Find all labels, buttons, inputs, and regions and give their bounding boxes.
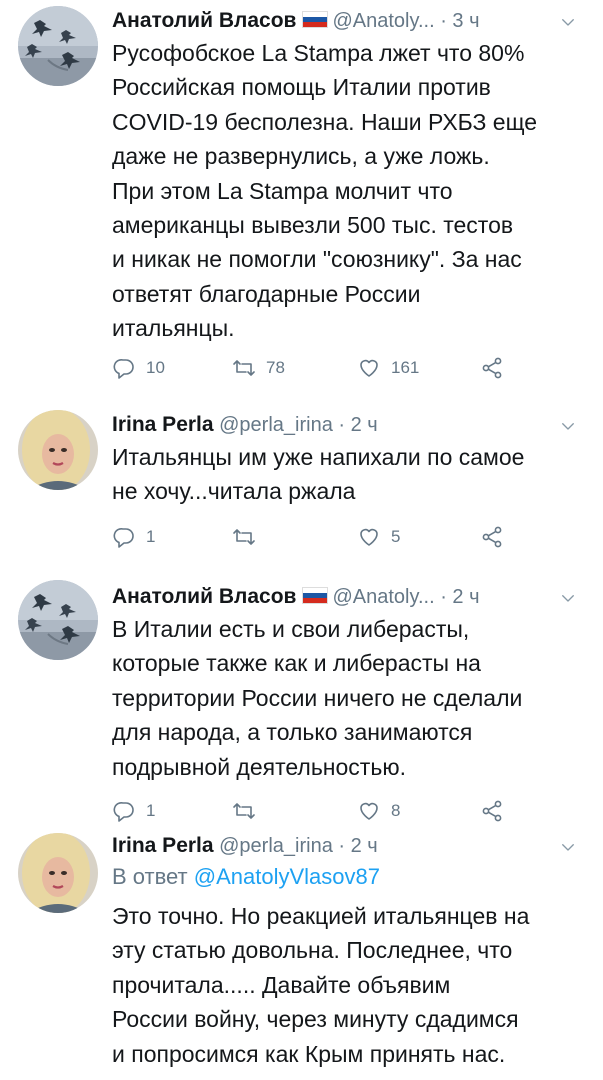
like-icon bbox=[357, 799, 381, 823]
reply-count: 1 bbox=[146, 527, 156, 546]
retweet-icon bbox=[232, 799, 256, 823]
tweet-time[interactable]: · 2 ч bbox=[338, 414, 377, 436]
retweet-button[interactable]: 78 bbox=[232, 355, 285, 381]
like-button[interactable]: 5 bbox=[357, 524, 400, 550]
russian-flag-icon bbox=[302, 11, 329, 28]
author-name[interactable]: Анатолий Власов bbox=[112, 585, 296, 608]
share-button[interactable] bbox=[480, 524, 514, 550]
avatar[interactable] bbox=[18, 833, 98, 913]
reply-to-link[interactable]: @AnatolyVlasov87 bbox=[194, 864, 380, 889]
reply-icon bbox=[112, 356, 136, 380]
author-name[interactable]: Irina Perla bbox=[112, 834, 214, 857]
author-handle[interactable]: @Anatoly... bbox=[332, 10, 434, 32]
tweet-time[interactable]: · 2 ч bbox=[338, 835, 377, 857]
retweet-button[interactable] bbox=[232, 524, 266, 550]
reply-button[interactable]: 1 bbox=[112, 524, 155, 550]
woman-avatar-image bbox=[18, 410, 98, 490]
share-button[interactable] bbox=[480, 355, 514, 381]
caret-down-icon[interactable] bbox=[559, 6, 577, 36]
author-handle[interactable]: @Anatoly... bbox=[332, 586, 434, 608]
reply-button[interactable]: 1 bbox=[112, 798, 155, 824]
reply-prefix: В ответ bbox=[112, 864, 188, 889]
retweet-button[interactable] bbox=[232, 798, 266, 824]
like-button[interactable]: 8 bbox=[357, 798, 400, 824]
avatar[interactable] bbox=[18, 410, 98, 490]
avatar[interactable] bbox=[18, 580, 98, 660]
reply-context: В ответ @AnatolyVlasov87 bbox=[112, 861, 589, 893]
tweet-text: В Италии есть и свои либерасты, которые … bbox=[112, 616, 523, 780]
like-icon bbox=[357, 525, 381, 549]
author-name[interactable]: Анатолий Власов bbox=[112, 9, 296, 32]
like-count: 161 bbox=[391, 358, 420, 377]
tweet-time[interactable]: · 2 ч bbox=[440, 586, 479, 608]
tweet-text: Русофобское La Stampa лжет что 80% Росси… bbox=[112, 40, 538, 342]
share-icon bbox=[480, 356, 504, 380]
share-button[interactable] bbox=[480, 798, 514, 824]
like-button[interactable]: 161 bbox=[357, 355, 419, 381]
like-count: 5 bbox=[391, 527, 401, 546]
tweet[interactable]: Анатолий Власов @Anatoly... · 3 ч Русофоб… bbox=[0, 0, 603, 395]
like-icon bbox=[357, 356, 381, 380]
reply-icon bbox=[112, 799, 136, 823]
tweet-text: Итальянцы им уже напихали по самое не хо… bbox=[112, 444, 525, 505]
reply-button[interactable]: 10 bbox=[112, 355, 165, 381]
author-handle[interactable]: @perla_irina bbox=[219, 835, 333, 857]
tweet-time[interactable]: · 3 ч bbox=[440, 10, 479, 32]
like-count: 8 bbox=[391, 801, 401, 820]
caret-down-icon[interactable] bbox=[559, 831, 577, 861]
jets-avatar-image bbox=[18, 580, 98, 660]
reply-count: 1 bbox=[146, 801, 156, 820]
tweet[interactable]: Анатолий Власов @Anatoly... · 2 ч В Итали… bbox=[0, 570, 603, 825]
reply-count: 10 bbox=[146, 358, 165, 377]
retweet-icon bbox=[232, 525, 256, 549]
reply-icon bbox=[112, 525, 136, 549]
share-icon bbox=[480, 525, 504, 549]
author-name[interactable]: Irina Perla bbox=[112, 413, 214, 436]
tweet-text: Это точно. Но реакцией итальянцев на эту… bbox=[112, 903, 530, 1067]
tweet[interactable]: Irina Perla @perla_irina · 2 ч В ответ @… bbox=[0, 825, 603, 1080]
retweet-count: 78 bbox=[266, 358, 285, 377]
tweet[interactable]: Irina Perla @perla_irina · 2 ч Итальянцы… bbox=[0, 395, 603, 570]
share-icon bbox=[480, 799, 504, 823]
jets-avatar-image bbox=[18, 6, 98, 86]
woman-avatar-image bbox=[18, 833, 98, 913]
russian-flag-icon bbox=[302, 587, 329, 604]
caret-down-icon[interactable] bbox=[559, 410, 577, 440]
caret-down-icon[interactable] bbox=[559, 582, 577, 612]
retweet-icon bbox=[232, 356, 256, 380]
avatar[interactable] bbox=[18, 6, 98, 86]
author-handle[interactable]: @perla_irina bbox=[219, 414, 333, 436]
